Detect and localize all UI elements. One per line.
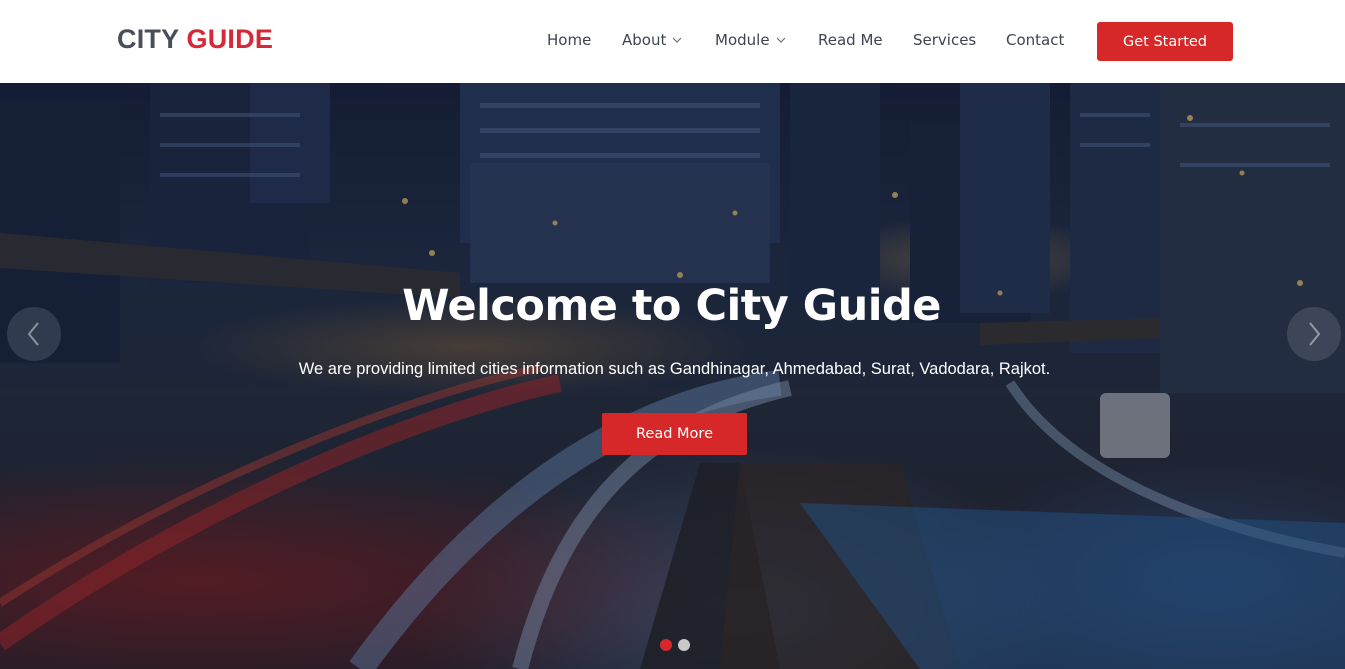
carousel-prev-button[interactable] (7, 307, 61, 361)
chevron-left-icon (27, 322, 39, 346)
nav-home-label: Home (547, 31, 592, 49)
chevron-right-icon (1309, 322, 1321, 346)
nav-contact-label: Contact (1006, 31, 1065, 49)
hero-title: Welcome to City Guide (402, 281, 941, 331)
nav-about[interactable]: About (622, 31, 682, 49)
read-more-button[interactable]: Read More (602, 413, 747, 455)
hero-subtitle: We are providing limited cities informat… (298, 360, 1051, 378)
get-started-button[interactable]: Get Started (1097, 22, 1233, 61)
carousel-dot-2[interactable] (678, 639, 690, 651)
nav-module[interactable]: Module (715, 31, 786, 49)
hero-carousel: Welcome to City Guide We are providing l… (0, 83, 1345, 669)
nav-services[interactable]: Services (913, 31, 976, 49)
carousel-indicators (660, 639, 690, 651)
site-header: CITY GUIDE Home About Module Read Me Ser… (0, 0, 1345, 83)
nav-contact[interactable]: Contact (1006, 31, 1064, 49)
nav-read-me-label: Read Me (818, 31, 883, 49)
nav-module-label: Module (715, 31, 770, 49)
nav-home[interactable]: Home (547, 31, 591, 49)
chevron-down-icon (672, 37, 682, 43)
nav-services-label: Services (913, 31, 977, 49)
nav-about-label: About (622, 31, 667, 49)
chevron-down-icon (776, 37, 785, 43)
carousel-next-button[interactable] (1287, 307, 1341, 361)
nav-read-me[interactable]: Read Me (818, 31, 883, 49)
carousel-dot-1-active[interactable] (660, 639, 672, 651)
